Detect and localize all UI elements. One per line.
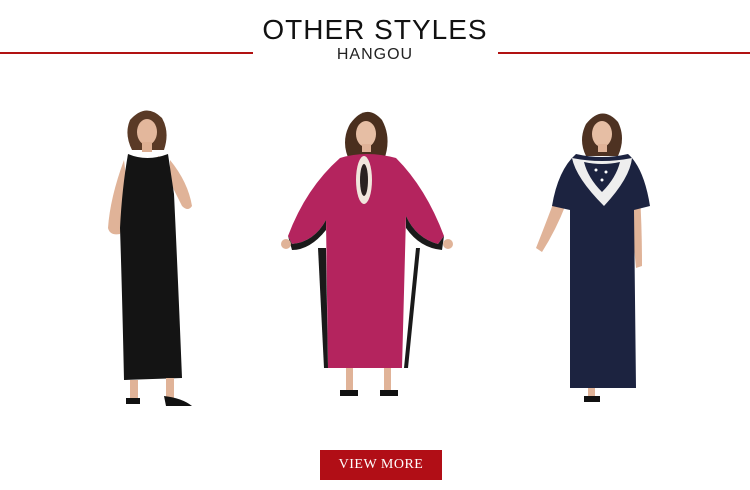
black-sleeveless-maxi-dress-photo [108,110,192,406]
navy-lace-trim-maxi-dress-photo [536,113,650,402]
product-card-magenta-kaftan[interactable] [266,98,476,418]
product-card-navy-dress[interactable] [492,98,702,418]
view-more-button[interactable]: VIEW MORE [320,450,442,480]
section-header: OTHER STYLES HANGOU [0,0,750,80]
magenta-batwing-kaftan-dress-photo [281,111,453,396]
brand-subtitle: HANGOU [336,46,414,63]
product-card-black-dress[interactable] [42,98,252,418]
header-rule-right [498,52,750,54]
section-title: OTHER STYLES [262,14,488,45]
